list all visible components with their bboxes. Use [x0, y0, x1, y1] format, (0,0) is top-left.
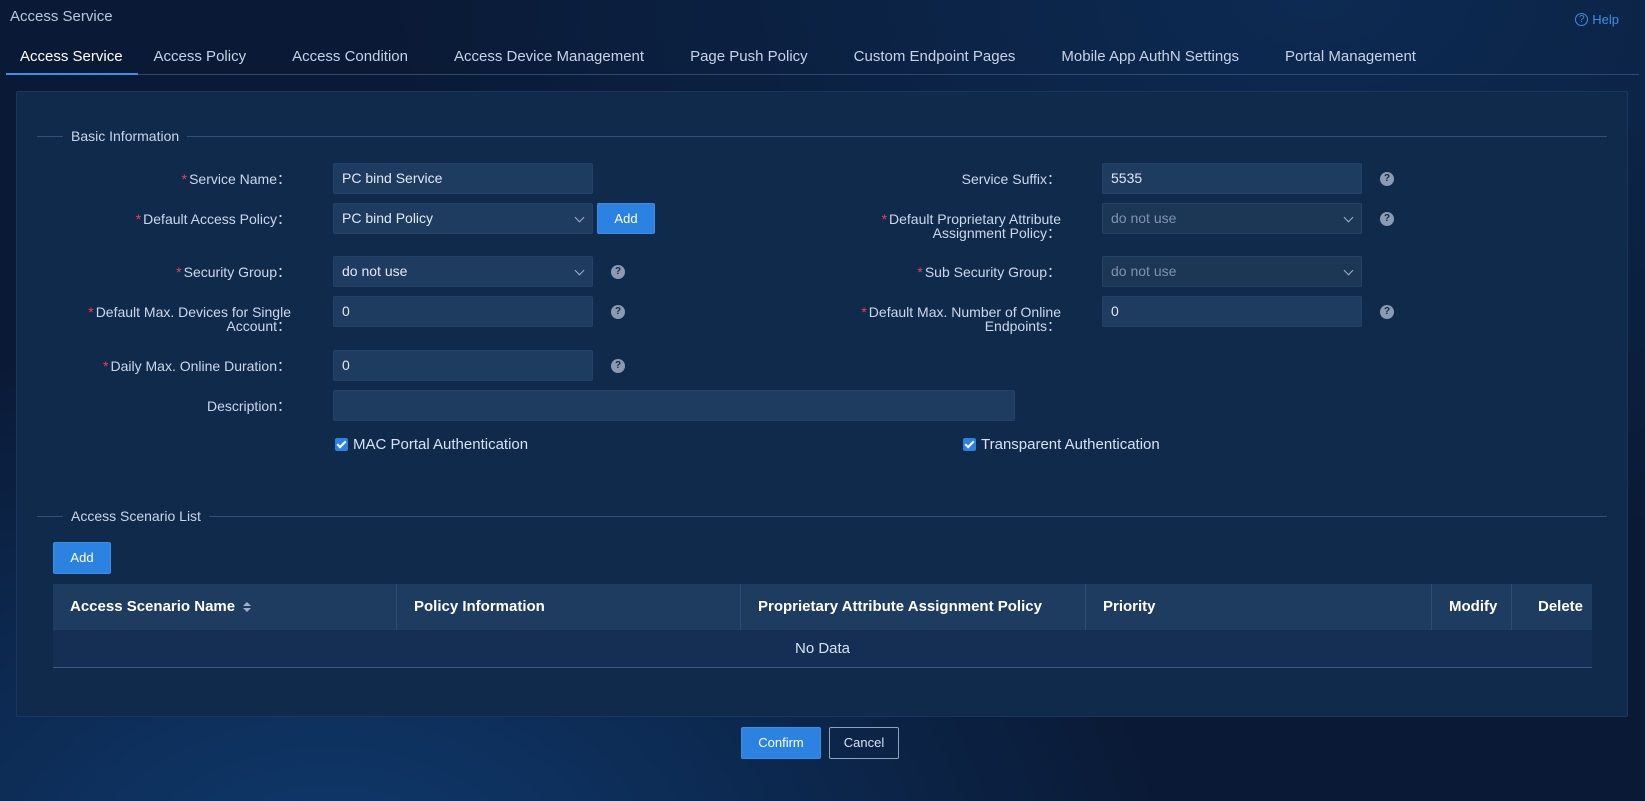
help-icon[interactable]: ? [611, 359, 625, 373]
column-header: Policy Information [397, 584, 741, 630]
tab-access-service[interactable]: Access Service [6, 44, 138, 75]
default-proprietary-policy-select[interactable]: do not use [1102, 203, 1362, 234]
max-devices-input[interactable]: 0 [333, 296, 593, 327]
main-panel: Basic Information * Service Name： PC bind… [16, 91, 1628, 717]
help-icon: ? [1575, 13, 1589, 26]
tab-access-policy[interactable]: Access Policy [154, 44, 247, 75]
daily-duration-input[interactable]: 0 [333, 350, 593, 381]
default-access-policy-label: * Default Access Policy： [135, 211, 291, 227]
transparent-auth-checkbox[interactable]: Transparent Authentication [963, 436, 1160, 453]
section-title: Access Scenario List [71, 508, 201, 524]
help-label: Help [1592, 12, 1619, 27]
column-header: Proprietary Attribute Assignment Policy [741, 584, 1086, 630]
tab-page-push-policy[interactable]: Page Push Policy [690, 44, 808, 75]
mac-portal-checkbox[interactable]: MAC Portal Authentication [335, 436, 528, 453]
column-header[interactable]: Access Scenario Name [53, 584, 397, 630]
daily-duration-label: * Daily Max. Online Duration： [103, 358, 291, 374]
security-group-select[interactable]: do not use [333, 256, 593, 287]
tab-portal-management[interactable]: Portal Management [1285, 44, 1416, 75]
chevron-down-icon [1343, 265, 1354, 276]
max-devices-label: * Default Max. Devices for Single Account… [88, 304, 291, 334]
sub-security-group-label: * Sub Security Group： [917, 264, 1061, 280]
service-name-input[interactable]: PC bind Service [333, 163, 593, 194]
service-suffix-input[interactable]: 5535 [1102, 163, 1362, 194]
column-header: Priority [1086, 584, 1432, 630]
checkbox-checked-icon [963, 438, 976, 451]
max-online-endpoints-input[interactable]: 0 [1102, 296, 1362, 327]
section-title: Basic Information [71, 128, 180, 144]
max-online-endpoints-label: * Default Max. Number of Online Endpoints… [861, 304, 1061, 334]
add-scenario-button[interactable]: Add [53, 542, 111, 574]
column-header: Delete [1538, 598, 1584, 615]
service-name-label: * Service Name： [181, 171, 291, 187]
chevron-down-icon [574, 265, 585, 276]
default-access-policy-select[interactable]: PC bind Policy [333, 203, 593, 234]
description-label: Description： [206, 398, 291, 414]
help-icon[interactable]: ? [611, 265, 625, 279]
confirm-button[interactable]: Confirm [741, 727, 821, 759]
chevron-down-icon [1343, 212, 1354, 223]
security-group-label: * Security Group： [176, 264, 291, 280]
empty-state: No Data [53, 630, 1592, 668]
sort-icon[interactable] [243, 602, 252, 612]
help-icon[interactable]: ? [611, 305, 625, 319]
help-link[interactable]: ? Help [1575, 12, 1619, 27]
service-suffix-label: Service Suffix： [961, 171, 1061, 187]
help-icon[interactable]: ? [1380, 212, 1394, 226]
page-title: Access Service [10, 8, 113, 25]
help-icon[interactable]: ? [1380, 305, 1394, 319]
access-scenario-section: Access Scenario List [37, 507, 1607, 525]
tab-mobile-app-authn-settings[interactable]: Mobile App AuthN Settings [1061, 44, 1239, 75]
add-access-policy-button[interactable]: Add [597, 203, 655, 234]
description-input[interactable] [333, 390, 1015, 421]
basic-information-section: Basic Information [37, 127, 1607, 145]
default-proprietary-policy-label: * Default Proprietary Attribute Assignmen… [881, 211, 1061, 241]
tab-access-device-management[interactable]: Access Device Management [454, 44, 644, 75]
sub-security-group-select[interactable]: do not use [1102, 256, 1362, 287]
scenario-table: Access Scenario Name Policy Information … [53, 584, 1592, 668]
tab-custom-endpoint-pages[interactable]: Custom Endpoint Pages [854, 44, 1016, 75]
tab-bar: Access Service Access Policy Access Cond… [6, 44, 1639, 75]
cancel-button[interactable]: Cancel [829, 727, 899, 759]
column-header: Modify [1432, 584, 1512, 630]
checkbox-checked-icon [335, 438, 348, 451]
tab-access-condition[interactable]: Access Condition [292, 44, 408, 75]
chevron-down-icon [574, 212, 585, 223]
help-icon[interactable]: ? [1380, 172, 1394, 186]
table-header: Access Scenario Name Policy Information … [53, 584, 1592, 630]
